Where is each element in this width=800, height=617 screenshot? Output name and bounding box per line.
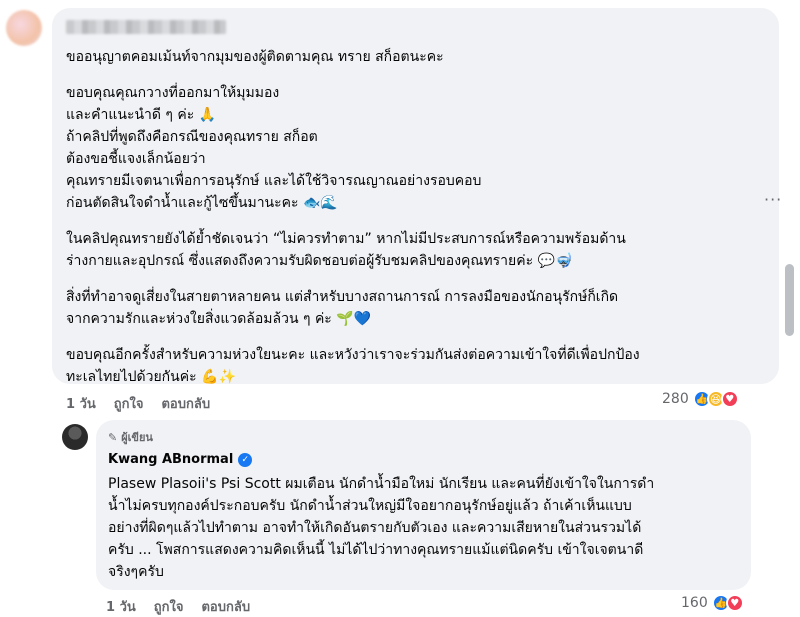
comment-paragraph: ในคลิปคุณทรายยังได้ย้ำชัดเจนว่า “ไม่ควรท… [66,228,765,272]
comment-paragraph: ขอบคุณคุณกวางที่ออกมาให้มุมมอง และคำแนะน… [66,82,765,214]
scrollbar-thumb[interactable] [785,264,794,336]
comment-line: ในคลิปคุณทรายยังได้ย้ำชัดเจนว่า “ไม่ควรท… [66,231,626,247]
author-badge-label: ผู้เขียน [121,431,153,444]
reaction-summary[interactable]: 280 👍 😆 ♥ [662,390,739,408]
reply-line: อย่างที่ผิดๆแล้วไปทำตาม อาจทำให้เกิดอันต… [108,520,642,536]
reaction-icons: 👍 😆 ♥ [691,390,739,408]
comment-line: ร่างกายและอุปกรณ์ ซึ่งแสดงถึงความรับผิดช… [66,253,573,269]
commenter-name-blurred[interactable] [66,20,226,34]
reply-reply-button[interactable]: ตอบกลับ [201,596,250,617]
comment-bubble: ขออนุญาตคอมเม้นท์จากมุมของผู้ติดตามคุณ ท… [52,8,779,385]
comment-line: ต้องขอชี้แจงเล็กน้อยว่า [66,151,206,167]
reply-line: Plasew Plasoii's Psi Scott ผมเตือน นักดำ… [108,476,655,492]
comment-body: ขออนุญาตคอมเม้นท์จากมุมของผู้ติดตามคุณ ท… [66,46,765,388]
reaction-count: 280 [662,391,689,407]
comment-line: คุณทรายมีเจตนาเพื่อการอนุรักษ์ และได้ใช้… [66,173,482,189]
comment-actions: 1 วัน ถูกใจ ตอบกลับ [66,393,210,414]
love-reaction-icon: ♥ [720,390,739,408]
comment-paragraph: สิ่งที่ทำอาจดูเสี่ยงในสายตาหลายคน แต่สำห… [66,286,765,330]
reply-actions: 1 วัน ถูกใจ ตอบกลับ [106,596,250,617]
reply-author-name[interactable]: Kwang ABnormal [108,452,233,467]
pen-icon: ✎ [108,430,118,444]
comment-line: ขอบคุณคุณกวางที่ออกมาให้มุมมอง [66,85,280,101]
comment-line: ขออนุญาตคอมเม้นท์จากมุมของผู้ติดตามคุณ ท… [66,49,444,65]
comment-timestamp[interactable]: 1 วัน [66,393,96,414]
comment-line: ขอบคุณอีกครั้งสำหรับความห่วงใยนะคะ และหว… [66,347,640,363]
reply-line: ครับ ... โพสการแสดงความคิดเห็นนี้ ไม่ได้… [108,542,644,558]
comment-line: สิ่งที่ทำอาจดูเสี่ยงในสายตาหลายคน แต่สำห… [66,289,619,305]
reply-line: น้ำไม่ครบทุกองค์ประกอบครับ นักดำน้ำส่วนใ… [108,498,632,514]
reply-line: จริงๆครับ [108,564,164,580]
comment-line: จากความรักและห่วงใยสิ่งแวดล้อมล้วน ๆ ค่ะ… [66,311,372,327]
reply-reaction-count: 160 [681,595,708,611]
reply-button[interactable]: ตอบกลับ [161,393,210,414]
reply-reaction-icons: 👍 ♥ [710,594,744,612]
reply-timestamp[interactable]: 1 วัน [106,596,136,617]
commenter-avatar[interactable] [6,10,42,46]
author-avatar[interactable] [62,424,88,450]
comment-line: ถ้าคลิปที่พูดถึงคือกรณีของคุณทราย สก็อต [66,129,318,145]
verified-badge-icon: ✓ [238,452,253,467]
author-badge: ✎ ผู้เขียน [108,428,739,446]
like-button[interactable]: ถูกใจ [114,393,144,414]
reply-body: Plasew Plasoii's Psi Scott ผมเตือน นักดำ… [108,473,739,583]
reply-like-button[interactable]: ถูกใจ [154,596,184,617]
comment-line: และคำแนะนำดี ๆ ค่ะ 🙏 [66,107,217,123]
more-options-icon[interactable]: ··· [764,190,782,209]
comment-paragraph: ขออนุญาตคอมเม้นท์จากมุมของผู้ติดตามคุณ ท… [66,46,765,68]
reply-author: Kwang ABnormal ✓ [108,452,739,467]
comment-line: ก่อนตัดสินใจดำน้ำและกู้ไซขึ้นมานะคะ 🐟🌊 [66,195,338,211]
reply-reaction-summary[interactable]: 160 👍 ♥ [681,594,744,612]
reply-bubble: ✎ ผู้เขียน Kwang ABnormal ✓ Plasew Plaso… [96,420,751,590]
love-reaction-icon: ♥ [725,594,744,612]
comment-paragraph: ขอบคุณอีกครั้งสำหรับความห่วงใยนะคะ และหว… [66,344,765,388]
comment-line: ทะเลไทยไปด้วยกันค่ะ 💪✨ [66,369,236,385]
